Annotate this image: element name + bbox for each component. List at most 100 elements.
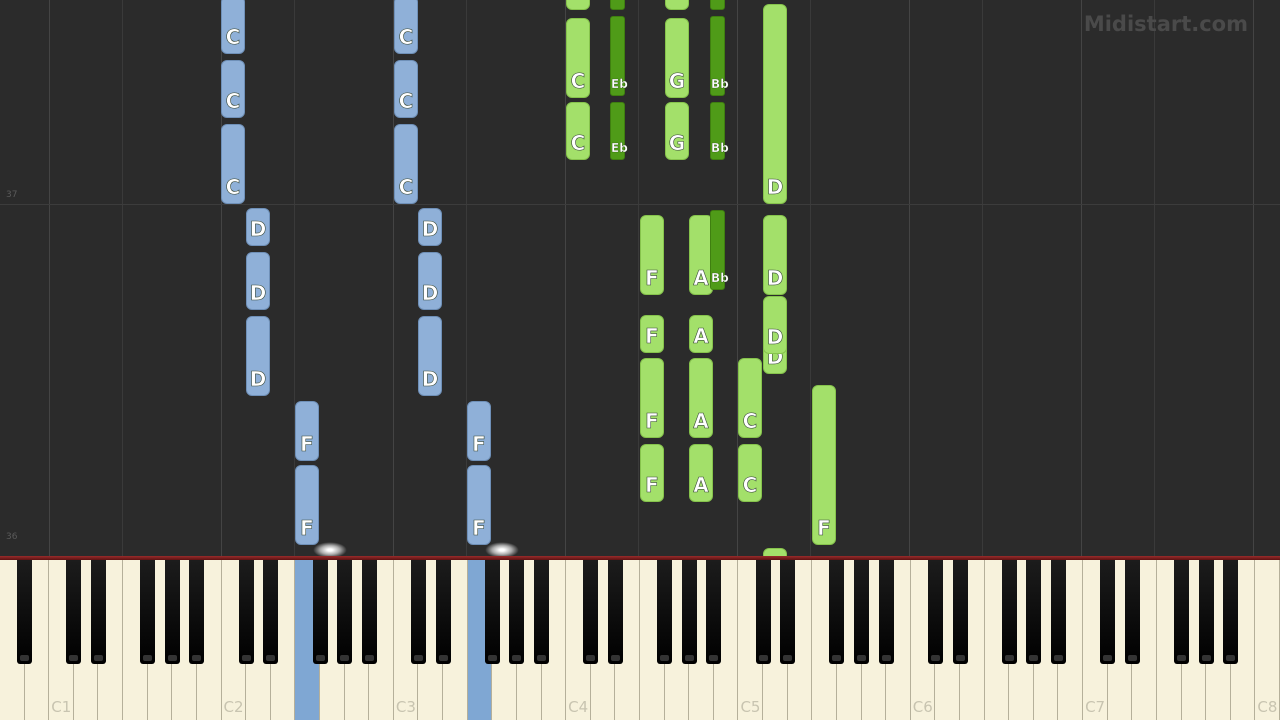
note-left-hand: D	[246, 252, 270, 310]
grid-line	[638, 0, 639, 556]
note-left-hand: C	[394, 0, 418, 54]
piano-black-key[interactable]	[1198, 560, 1214, 664]
piano-black-key[interactable]	[361, 560, 377, 664]
piano-black-key[interactable]	[1100, 560, 1116, 664]
piano-black-key[interactable]	[1050, 560, 1066, 664]
piano-black-key[interactable]	[312, 560, 328, 664]
note-right-hand: C	[566, 102, 590, 160]
note-right-hand: D	[763, 296, 787, 354]
octave-label: C8	[1257, 698, 1278, 716]
measure-number: 36	[6, 532, 18, 542]
note-left-hand: C	[221, 124, 245, 204]
grid-line	[1253, 0, 1254, 556]
piano-black-key[interactable]	[509, 560, 525, 664]
piano-black-key[interactable]	[263, 560, 279, 664]
piano-black-key[interactable]	[755, 560, 771, 664]
note-left-hand: D	[246, 316, 270, 396]
note-right-hand: D	[763, 215, 787, 295]
piano-black-key[interactable]	[657, 560, 673, 664]
note-left-hand: D	[418, 208, 442, 246]
octave-label: C1	[51, 698, 72, 716]
piano-black-key[interactable]	[189, 560, 205, 664]
note-right-hand: D	[763, 4, 787, 204]
note-right-hand: G	[665, 18, 689, 98]
piano-black-key[interactable]	[1001, 560, 1017, 664]
piano-black-key[interactable]	[1174, 560, 1190, 664]
octave-label: C3	[395, 698, 416, 716]
note-right-hand: A	[689, 358, 713, 438]
piano-keyboard: C1 C2 C3 C4 C5 C6 C7 C8	[0, 560, 1280, 720]
piano-black-key[interactable]	[410, 560, 426, 664]
note-left-hand: C	[221, 0, 245, 54]
note-left-hand: F	[295, 465, 319, 545]
note-left-hand: C	[394, 124, 418, 204]
octave-label: C5	[740, 698, 761, 716]
piano-black-key[interactable]	[17, 560, 33, 664]
hit-spark-icon	[485, 542, 519, 556]
piano-black-key[interactable]	[1223, 560, 1239, 664]
note-right-hand: F	[812, 385, 836, 545]
octave-label: C7	[1085, 698, 1106, 716]
piano-black-key[interactable]	[140, 560, 156, 664]
piano-black-key[interactable]	[90, 560, 106, 664]
piano-black-key[interactable]	[435, 560, 451, 664]
piano-black-key[interactable]	[164, 560, 180, 664]
piano-black-key[interactable]	[66, 560, 82, 664]
piano-black-key[interactable]	[1026, 560, 1042, 664]
piano-white-key[interactable]	[1255, 560, 1280, 720]
piano-black-key[interactable]	[337, 560, 353, 664]
grid-line	[909, 0, 910, 556]
octave-label: C4	[568, 698, 589, 716]
piano-black-key[interactable]	[238, 560, 254, 664]
piano-black-key[interactable]	[952, 560, 968, 664]
note-right-hand: Eb	[610, 102, 628, 160]
note-right-hand: C	[738, 444, 762, 502]
grid-line	[810, 0, 811, 556]
note-left-hand: D	[246, 208, 270, 246]
piano-black-key[interactable]	[780, 560, 796, 664]
note-right-hand: C	[566, 18, 590, 98]
grid-line	[1154, 0, 1155, 556]
piano-black-key[interactable]	[534, 560, 550, 664]
note-right-hand: Bb	[710, 210, 729, 290]
grid-line	[982, 0, 983, 556]
note-left-hand: C	[394, 60, 418, 118]
note-right-hand: A	[689, 444, 713, 502]
note-left-hand: F	[467, 465, 491, 545]
note-left-hand: D	[418, 316, 442, 396]
note-right-hand	[610, 0, 625, 10]
note-right-hand: F	[640, 215, 664, 295]
piano-black-key[interactable]	[583, 560, 599, 664]
note-right-hand: G	[665, 102, 689, 160]
piano-black-key[interactable]	[1124, 560, 1140, 664]
note-right-hand	[710, 0, 725, 10]
piano-roll: 37 36 C C C D D D F F C C C D D D F F C …	[0, 0, 1280, 556]
note-right-hand: Bb	[710, 102, 729, 160]
note-right-hand	[566, 0, 590, 10]
note-right-hand	[665, 0, 689, 10]
measure-number: 37	[6, 190, 18, 200]
note-left-hand: C	[221, 60, 245, 118]
note-right-hand: F	[640, 444, 664, 502]
piano-black-key[interactable]	[927, 560, 943, 664]
note-right-hand: F	[640, 358, 664, 438]
piano-black-key[interactable]	[878, 560, 894, 664]
note-right-hand	[763, 548, 787, 556]
hit-spark-icon	[313, 542, 347, 556]
octave-label: C2	[223, 698, 244, 716]
piano-black-key[interactable]	[607, 560, 623, 664]
watermark: Midistart.com	[1083, 12, 1248, 36]
note-right-hand: C	[738, 358, 762, 438]
piano-black-key[interactable]	[854, 560, 870, 664]
piano-black-key[interactable]	[484, 560, 500, 664]
grid-line	[1081, 0, 1082, 556]
note-right-hand: Eb	[610, 16, 628, 96]
note-left-hand: D	[418, 252, 442, 310]
piano-black-key[interactable]	[706, 560, 722, 664]
piano-black-key[interactable]	[681, 560, 697, 664]
octave-label: C6	[912, 698, 933, 716]
piano-black-key[interactable]	[829, 560, 845, 664]
note-left-hand: F	[467, 401, 491, 461]
measure-line	[0, 204, 1280, 205]
note-left-hand: F	[295, 401, 319, 461]
